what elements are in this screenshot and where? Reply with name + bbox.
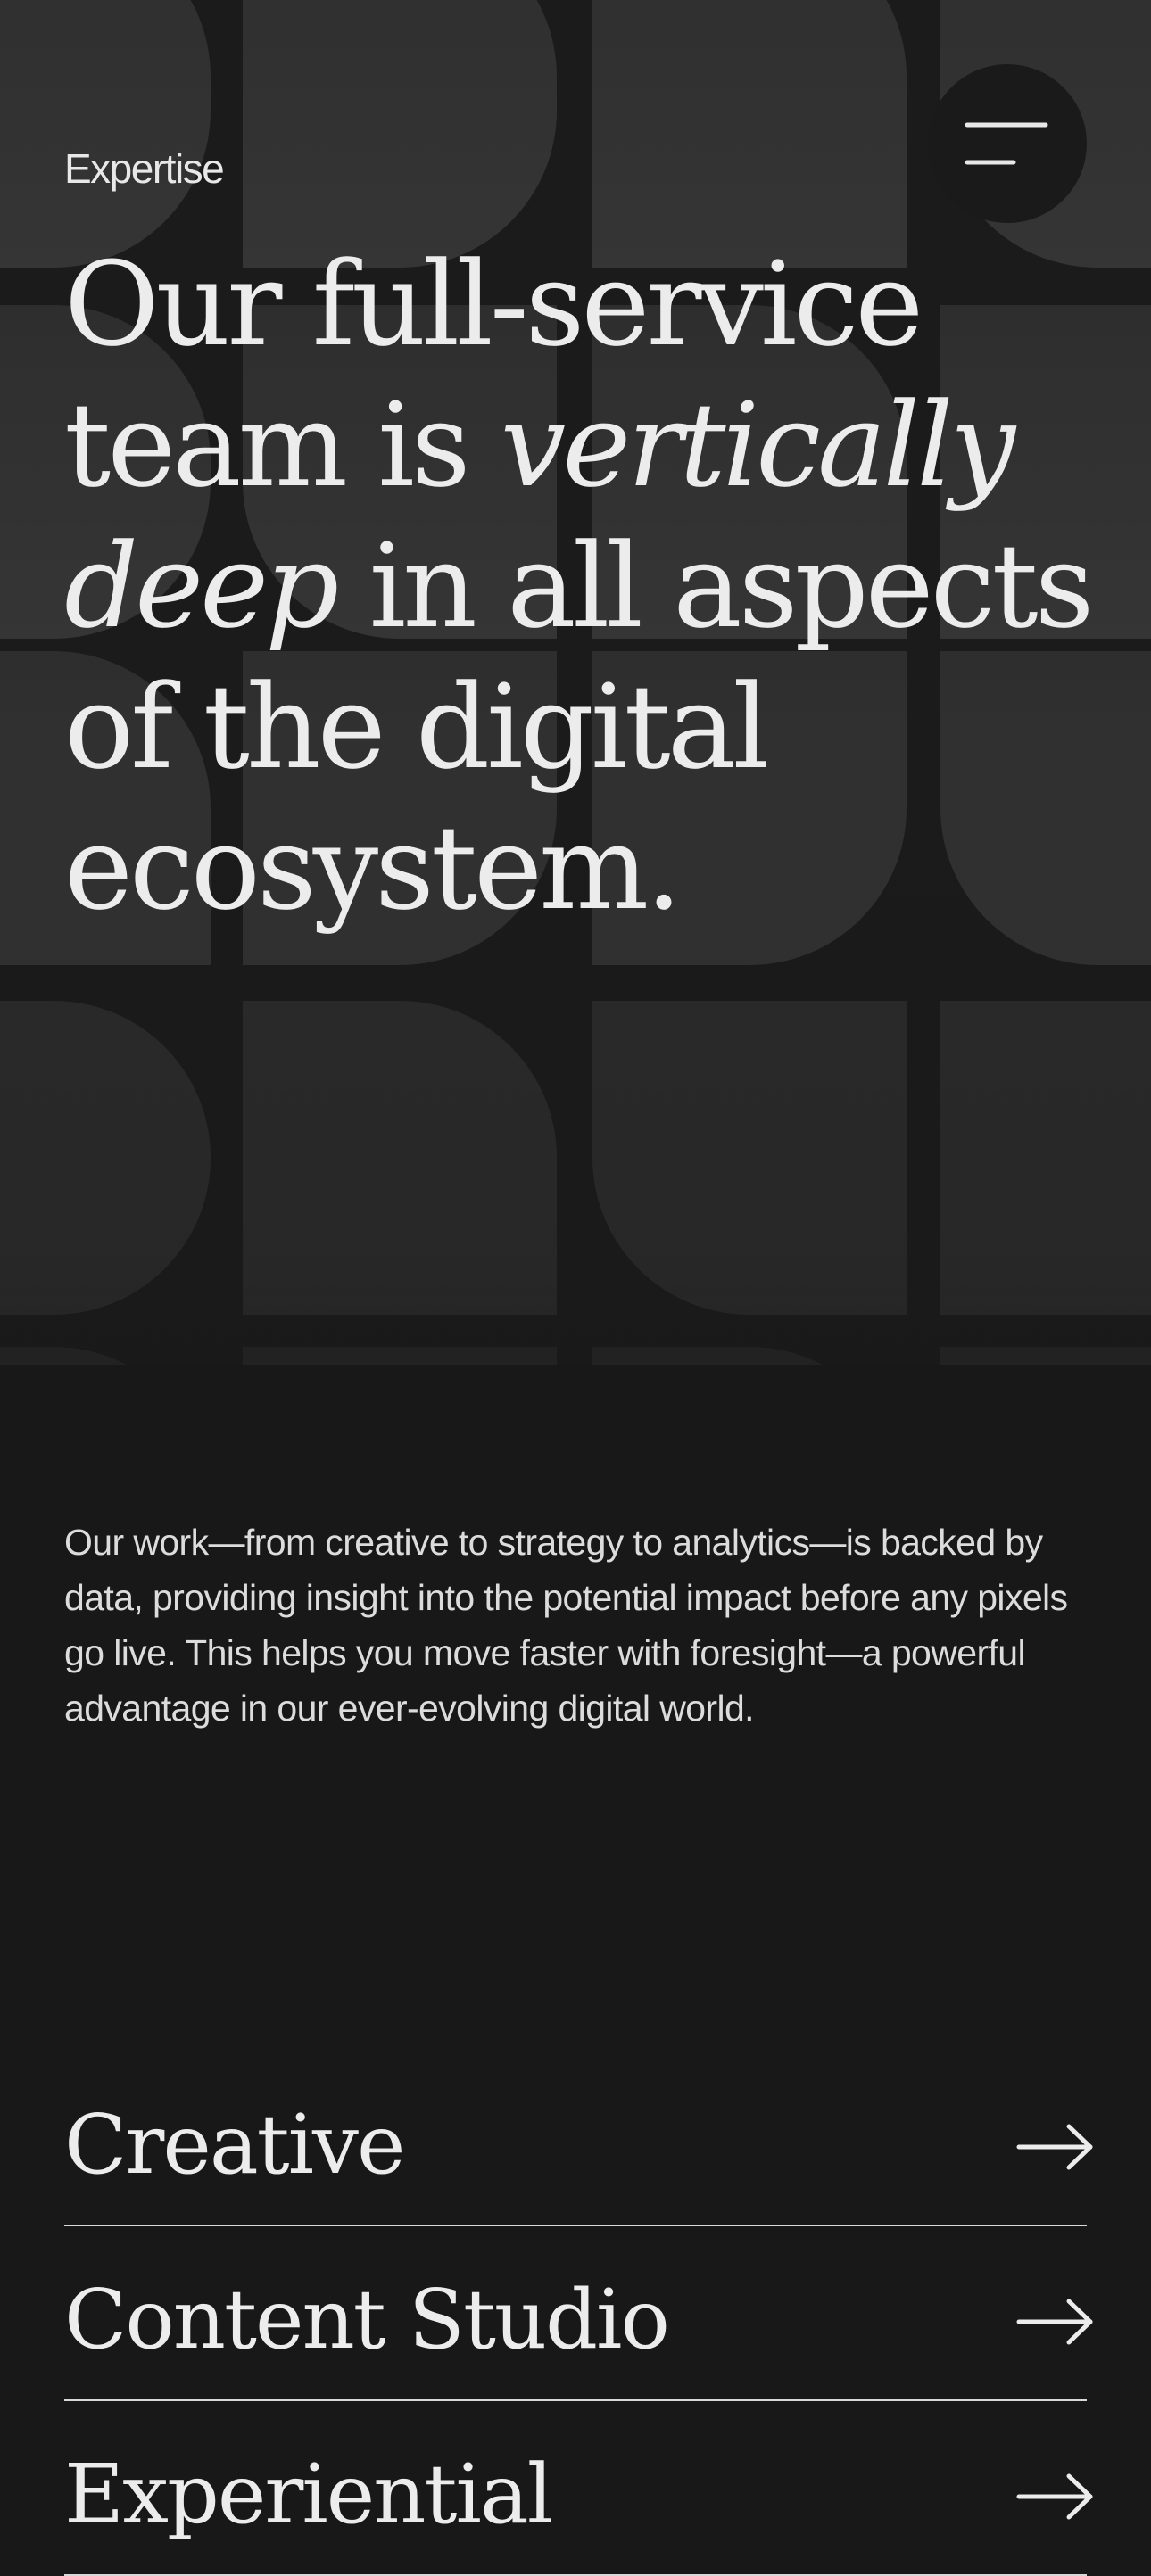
intro-paragraph: Our work—from creative to strategy to an… — [64, 1522, 1068, 1729]
service-item-experiential[interactable]: Experiential — [64, 2401, 1093, 2576]
hero-section: Expertise Our full-service team is verti… — [0, 0, 1151, 1365]
service-label: Content Studio — [64, 2272, 670, 2367]
service-label: Experiential — [64, 2447, 553, 2542]
service-item-content-studio[interactable]: Content Studio — [64, 2226, 1093, 2401]
arrow-right-icon[interactable] — [1015, 2298, 1096, 2346]
menu-button[interactable] — [928, 64, 1087, 223]
hamburger-menu-icon — [965, 122, 1048, 165]
service-label: Creative — [64, 2097, 405, 2192]
services-list: Creative Content Studio Experiential — [64, 2052, 1093, 2576]
service-item-creative[interactable]: Creative — [64, 2052, 1093, 2226]
arrow-right-icon[interactable] — [1015, 2123, 1096, 2171]
section-label: Expertise — [64, 145, 225, 192]
arrow-right-icon[interactable] — [1015, 2473, 1096, 2521]
hero-headline: Our full-service team is vertically deep… — [64, 234, 1108, 938]
